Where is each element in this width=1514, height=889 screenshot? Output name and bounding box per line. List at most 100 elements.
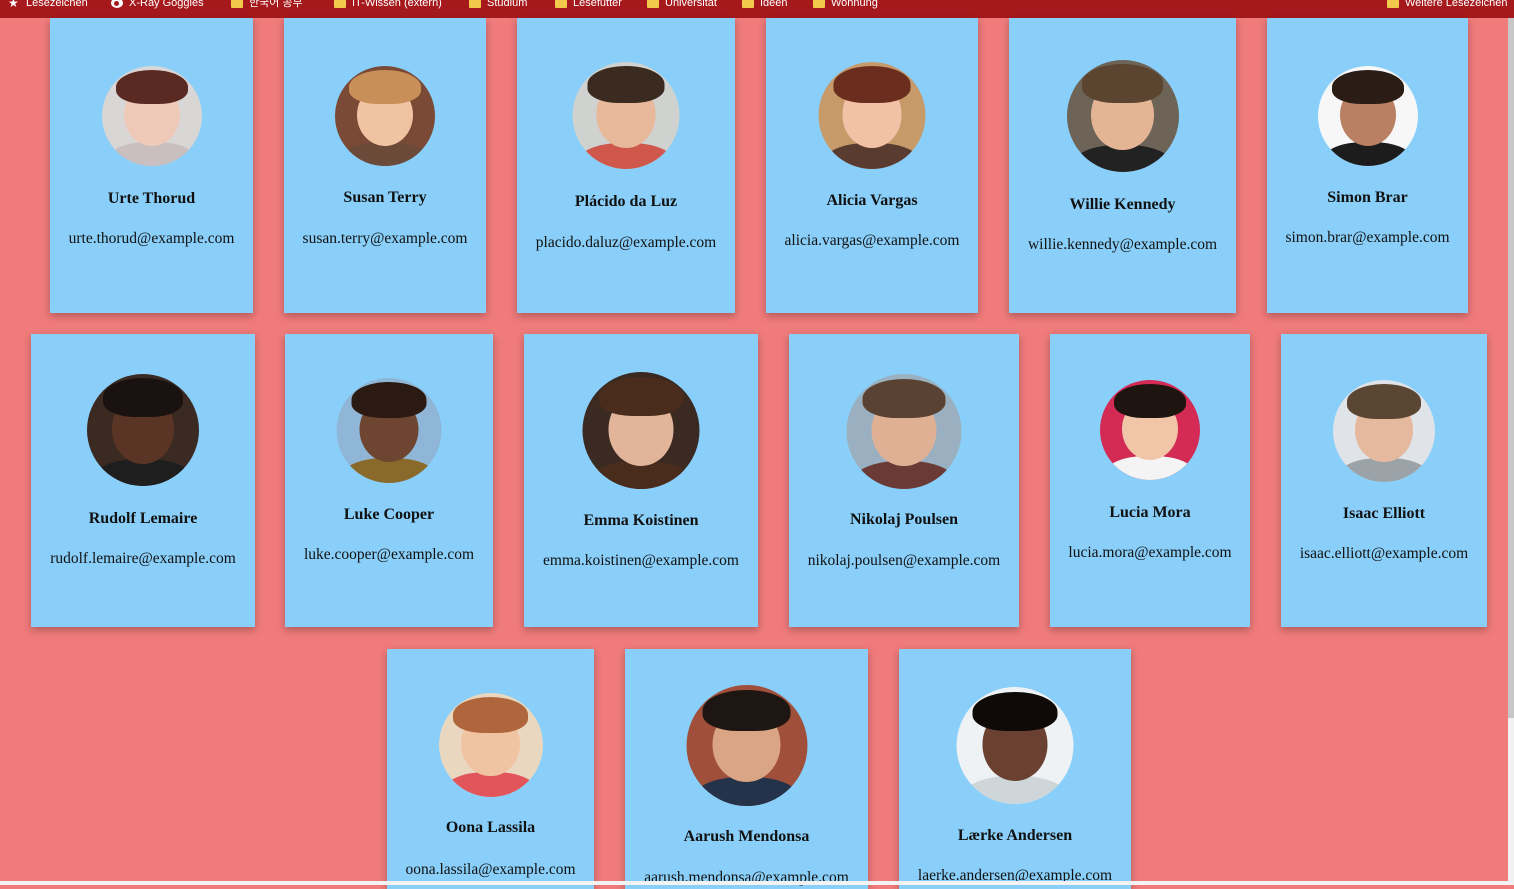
avatar-hair xyxy=(102,378,184,417)
bookmark-label: Ideen xyxy=(760,0,788,9)
horizontal-scrollbar[interactable] xyxy=(0,881,1514,885)
user-card: Luke Cooper luke.cooper@example.com xyxy=(285,334,493,627)
user-name: Luke Cooper xyxy=(343,506,435,523)
avatar xyxy=(572,62,680,169)
user-email: luke.cooper@example.com xyxy=(303,546,475,563)
avatar-hair xyxy=(587,66,665,103)
avatar-hair xyxy=(862,378,946,418)
avatar xyxy=(336,378,442,483)
folder-icon xyxy=(742,0,754,8)
user-name: Rudolf Lemaire xyxy=(88,510,198,527)
bookmark-label: 한국어 공부 xyxy=(249,0,303,9)
avatar-hair xyxy=(351,382,427,418)
avatar xyxy=(686,685,807,806)
user-email: simon.brar@example.com xyxy=(1285,229,1450,246)
avatar xyxy=(335,66,435,166)
goggles-icon xyxy=(111,0,123,8)
user-email: oona.lassila@example.com xyxy=(405,861,576,878)
bookmark-label: Weitere Lesezeichen xyxy=(1405,0,1508,9)
bookmark-label: Wohnung xyxy=(831,0,878,9)
user-name: Nikolaj Poulsen xyxy=(849,511,958,528)
user-card: Emma Koistinen emma.koistinen@example.com xyxy=(524,334,758,627)
user-email: susan.terry@example.com xyxy=(302,230,468,247)
user-name: Lucia Mora xyxy=(1109,504,1191,521)
user-name: Plácido da Luz xyxy=(574,193,678,210)
bookmark-label: X-Ray Goggles xyxy=(129,0,204,9)
user-name: Susan Terry xyxy=(343,189,427,206)
bookmark-item[interactable]: ★ Lesezeichen xyxy=(8,0,88,12)
scrollbar-thumb[interactable] xyxy=(1508,18,1514,718)
user-name: Simon Brar xyxy=(1327,189,1408,206)
folder-icon xyxy=(469,0,481,8)
user-email: rudolf.lemaire@example.com xyxy=(50,550,236,567)
user-name: Aarush Mendonsa xyxy=(683,828,810,845)
user-card: Plácido da Luz placido.daluz@example.com xyxy=(517,18,735,313)
user-name: Emma Koistinen xyxy=(583,512,699,529)
avatar-hair xyxy=(1082,64,1163,103)
user-email: nikolaj.poulsen@example.com xyxy=(807,552,1001,569)
avatar xyxy=(818,62,926,169)
bookmark-label: Studium xyxy=(487,0,528,9)
bookmark-label: Lesezeichen xyxy=(26,0,88,9)
user-email: urte.thorud@example.com xyxy=(68,230,235,247)
avatar-hair xyxy=(702,689,791,731)
avatar xyxy=(1066,60,1179,172)
user-email: placido.daluz@example.com xyxy=(535,234,717,251)
bookmark-item[interactable]: IT-Wissen (extern) xyxy=(334,0,442,12)
user-email: emma.koistinen@example.com xyxy=(543,552,739,569)
avatar xyxy=(846,374,962,489)
star-icon: ★ xyxy=(8,0,19,10)
bookmark-label: Universität xyxy=(665,0,717,9)
user-email: willie.kennedy@example.com xyxy=(1027,236,1218,253)
bookmark-item[interactable]: Universität xyxy=(647,0,717,12)
folder-icon xyxy=(334,0,346,8)
bookmark-item[interactable]: Wohnung xyxy=(813,0,878,12)
avatar-hair xyxy=(1331,70,1404,104)
avatar xyxy=(87,374,199,486)
user-card: Lærke Andersen laerke.andersen@example.co… xyxy=(899,649,1131,889)
user-card: Rudolf Lemaire rudolf.lemaire@example.com xyxy=(31,334,255,627)
user-card: Lucia Mora lucia.mora@example.com xyxy=(1050,334,1250,627)
user-email: alicia.vargas@example.com xyxy=(784,232,960,249)
user-name: Isaac Elliott xyxy=(1342,505,1426,522)
folder-icon xyxy=(647,0,659,8)
user-email: lucia.mora@example.com xyxy=(1068,544,1232,561)
bookmark-label: Lesefutter xyxy=(573,0,622,9)
user-name: Willie Kennedy xyxy=(1069,196,1176,213)
bookmark-item[interactable]: Weitere Lesezeichen xyxy=(1387,0,1508,12)
avatar-hair xyxy=(453,697,528,733)
user-card: Alicia Vargas alicia.vargas@example.com xyxy=(766,18,978,313)
folder-icon xyxy=(1387,0,1399,8)
avatar-hair xyxy=(115,70,188,104)
avatar xyxy=(101,66,202,166)
user-name: Oona Lassila xyxy=(445,819,536,836)
user-name: Urte Thorud xyxy=(107,190,196,207)
vertical-scrollbar[interactable] xyxy=(1508,18,1514,885)
avatar xyxy=(438,693,543,797)
avatar xyxy=(1333,380,1435,482)
avatar-hair xyxy=(972,691,1058,732)
avatar xyxy=(956,687,1074,804)
user-card: Willie Kennedy willie.kennedy@example.com xyxy=(1009,18,1236,313)
user-card: Isaac Elliott isaac.elliott@example.com xyxy=(1281,334,1487,627)
folder-icon xyxy=(231,0,243,8)
avatar xyxy=(1100,380,1200,480)
user-card: Aarush Mendonsa aarush.mendonsa@example.c… xyxy=(625,649,868,889)
bookmark-item[interactable]: Studium xyxy=(469,0,527,12)
bookmark-item[interactable]: 한국어 공부 xyxy=(231,0,303,12)
bookmark-item[interactable]: X-Ray Goggles xyxy=(111,0,204,12)
folder-icon xyxy=(555,0,567,8)
bookmark-item[interactable]: Ideen xyxy=(742,0,788,12)
avatar xyxy=(1317,66,1418,166)
bookmarks-bar: ★ Lesezeichen X-Ray Goggles 한국어 공부 IT-Wissen… xyxy=(0,0,1514,18)
avatar-hair xyxy=(1347,384,1421,419)
user-card: Urte Thorud urte.thorud@example.com xyxy=(50,18,253,313)
user-name: Lærke Andersen xyxy=(957,827,1073,844)
avatar-hair xyxy=(833,66,911,103)
user-card: Simon Brar simon.brar@example.com xyxy=(1267,18,1468,313)
avatar-hair xyxy=(598,376,684,417)
bookmark-label: IT-Wissen (extern) xyxy=(352,0,442,9)
user-card: Susan Terry susan.terry@example.com xyxy=(284,18,486,313)
folder-icon xyxy=(813,0,825,8)
bookmark-item[interactable]: Lesefutter xyxy=(555,0,622,12)
